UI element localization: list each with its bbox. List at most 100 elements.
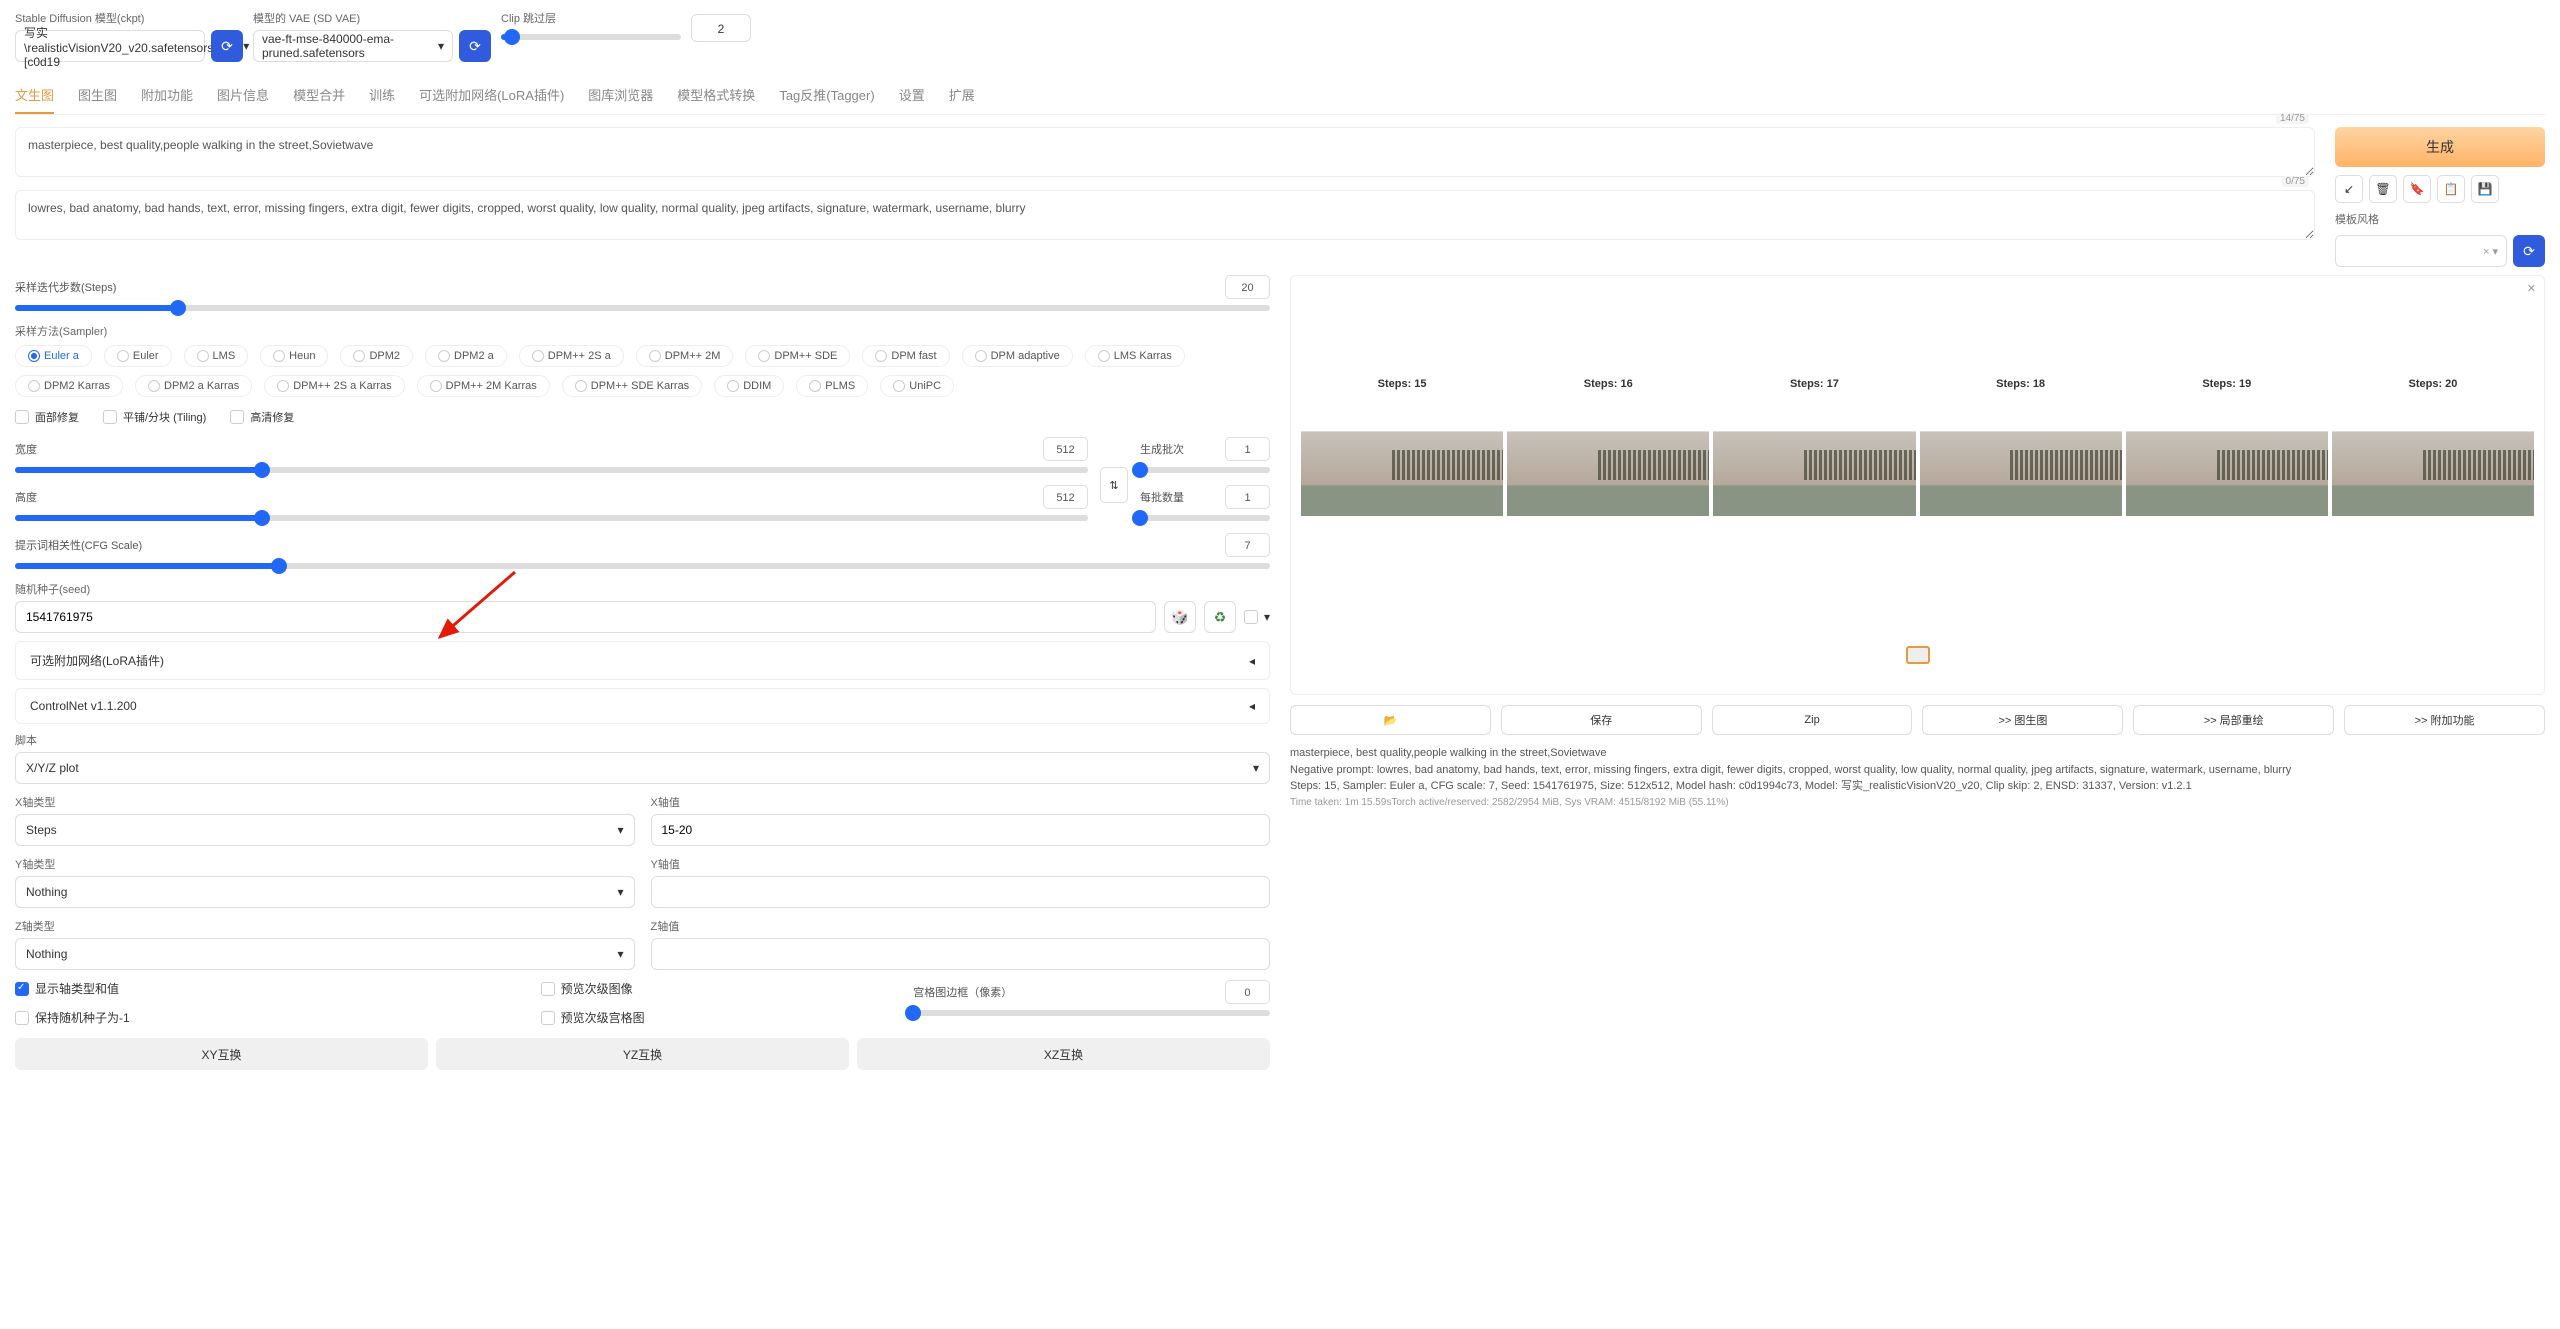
refresh-style-button[interactable]: ⟳ bbox=[2513, 235, 2545, 267]
tab-settings[interactable]: 设置 bbox=[899, 77, 925, 114]
sampler-dpmadaptive[interactable]: DPM adaptive bbox=[962, 345, 1073, 367]
ckpt-select[interactable]: 写实\realisticVisionV20_v20.safetensors [c… bbox=[15, 30, 205, 62]
x-val-input[interactable] bbox=[651, 814, 1271, 846]
sampler-euler[interactable]: Euler bbox=[104, 345, 172, 367]
batch-size-slider[interactable] bbox=[1140, 515, 1270, 521]
refresh-vae-button[interactable]: ⟳ bbox=[459, 30, 491, 62]
sampler-dpm2a[interactable]: DPM2 a bbox=[425, 345, 507, 367]
sampler-dpmpp2m[interactable]: DPM++ 2M bbox=[636, 345, 734, 367]
tab-txt2img[interactable]: 文生图 bbox=[15, 77, 54, 114]
output-image-2[interactable]: Steps: 17 bbox=[1713, 396, 1915, 516]
steps-value[interactable]: 20 bbox=[1225, 275, 1270, 299]
clip-skip-value[interactable]: 2 bbox=[691, 14, 751, 42]
output-image-0[interactable]: Steps: 15 bbox=[1301, 396, 1503, 516]
height-value[interactable]: 512 bbox=[1043, 485, 1088, 509]
cfg-value[interactable]: 7 bbox=[1225, 533, 1270, 557]
tab-merge[interactable]: 模型合并 bbox=[293, 77, 345, 114]
sampler-ddim[interactable]: DDIM bbox=[714, 375, 784, 397]
clipboard-icon-button[interactable]: 📋 bbox=[2437, 175, 2465, 203]
sampler-lmskarras[interactable]: LMS Karras bbox=[1085, 345, 1185, 367]
output-image-5[interactable]: Steps: 20 bbox=[2332, 396, 2534, 516]
folder-button[interactable]: 📂 bbox=[1290, 705, 1491, 735]
save-button[interactable]: 保存 bbox=[1501, 705, 1702, 735]
sampler-dpmfast[interactable]: DPM fast bbox=[862, 345, 949, 367]
controlnet-accordion[interactable]: ControlNet v1.1.200◂ bbox=[15, 688, 1270, 724]
swap-xz-button[interactable]: XZ互换 bbox=[857, 1038, 1270, 1070]
z-type-select[interactable]: Nothing▾ bbox=[15, 938, 635, 970]
sampler-dpm2[interactable]: DPM2 bbox=[340, 345, 413, 367]
prompt-positive[interactable] bbox=[15, 127, 2315, 177]
arrow-icon-button[interactable]: ↙ bbox=[2335, 175, 2363, 203]
output-thumb-selected[interactable] bbox=[1906, 646, 1930, 664]
swap-yz-button[interactable]: YZ互换 bbox=[436, 1038, 849, 1070]
script-select[interactable]: X/Y/Z plot▾ bbox=[15, 752, 1270, 784]
steps-slider[interactable] bbox=[15, 305, 1270, 311]
sampler-dpmppsde[interactable]: DPM++ SDE bbox=[745, 345, 850, 367]
seed-extra-check[interactable]: ▾ bbox=[1244, 610, 1270, 624]
save-icon-button[interactable]: 💾 bbox=[2471, 175, 2499, 203]
zip-button[interactable]: Zip bbox=[1712, 705, 1913, 735]
output-image-1[interactable]: Steps: 16 bbox=[1507, 396, 1709, 516]
sampler-dpmpp2sa[interactable]: DPM++ 2S a bbox=[519, 345, 624, 367]
height-slider[interactable] bbox=[15, 515, 1088, 521]
margin-value[interactable]: 0 bbox=[1225, 980, 1270, 1004]
clip-skip-slider[interactable] bbox=[501, 34, 681, 40]
sampler-plms[interactable]: PLMS bbox=[796, 375, 868, 397]
send-extras-button[interactable]: >> 附加功能 bbox=[2344, 705, 2545, 735]
x-type-select[interactable]: Steps▾ bbox=[15, 814, 635, 846]
width-slider[interactable] bbox=[15, 467, 1088, 473]
seed-random-button[interactable]: 🎲 bbox=[1164, 601, 1196, 633]
sampler-dpm2karras[interactable]: DPM2 Karras bbox=[15, 375, 123, 397]
keep-seed-check[interactable]: 保持随机种子为-1 bbox=[15, 1009, 525, 1026]
sampler-unipc[interactable]: UniPC bbox=[880, 375, 954, 397]
style-select[interactable]: × ▾ bbox=[2335, 235, 2507, 267]
hires-check[interactable]: 高清修复 bbox=[230, 409, 294, 425]
tab-img2img[interactable]: 图生图 bbox=[78, 77, 117, 114]
tab-convert[interactable]: 模型格式转换 bbox=[677, 77, 755, 114]
margin-slider[interactable] bbox=[913, 1010, 1270, 1016]
tab-train[interactable]: 训练 bbox=[369, 77, 395, 114]
sampler-dpmppsdekarras[interactable]: DPM++ SDE Karras bbox=[562, 375, 702, 397]
sampler-euler-a[interactable]: Euler a bbox=[15, 345, 92, 367]
sampler-lms[interactable]: LMS bbox=[184, 345, 249, 367]
tab-extensions[interactable]: 扩展 bbox=[949, 77, 975, 114]
swap-xy-button[interactable]: XY互换 bbox=[15, 1038, 428, 1070]
batch-count-value[interactable]: 1 bbox=[1225, 437, 1270, 461]
y-type-select[interactable]: Nothing▾ bbox=[15, 876, 635, 908]
vae-select[interactable]: vae-ft-mse-840000-ema-pruned.safetensors… bbox=[253, 30, 453, 62]
face-restore-check[interactable]: 面部修复 bbox=[15, 409, 79, 425]
send-inpaint-button[interactable]: >> 局部重绘 bbox=[2133, 705, 2334, 735]
z-val-input[interactable] bbox=[651, 938, 1271, 970]
batch-count-slider[interactable] bbox=[1140, 467, 1270, 473]
tiling-check[interactable]: 平铺/分块 (Tiling) bbox=[103, 409, 206, 425]
seed-reuse-button[interactable]: ♻ bbox=[1204, 601, 1236, 633]
generate-button[interactable]: 生成 bbox=[2335, 127, 2545, 167]
sampler-dpmpp2sakarras[interactable]: DPM++ 2S a Karras bbox=[264, 375, 404, 397]
tab-pnginfo[interactable]: 图片信息 bbox=[217, 77, 269, 114]
width-value[interactable]: 512 bbox=[1043, 437, 1088, 461]
sampler-heun[interactable]: Heun bbox=[260, 345, 328, 367]
tab-browser[interactable]: 图库浏览器 bbox=[588, 77, 653, 114]
batch-size-value[interactable]: 1 bbox=[1225, 485, 1270, 509]
output-image-4[interactable]: Steps: 19 bbox=[2126, 396, 2328, 516]
sub-img-check[interactable]: 预览次级图像 bbox=[541, 980, 898, 997]
cfg-slider[interactable] bbox=[15, 563, 1270, 569]
send-img2img-button[interactable]: >> 图生图 bbox=[1922, 705, 2123, 735]
tab-extras[interactable]: 附加功能 bbox=[141, 77, 193, 114]
tab-lora[interactable]: 可选附加网络(LoRA插件) bbox=[419, 77, 564, 114]
swap-dims-button[interactable]: ⇅ bbox=[1100, 467, 1128, 503]
sub-grid-check[interactable]: 预览次级宫格图 bbox=[541, 1009, 898, 1026]
close-icon[interactable]: ✕ bbox=[2527, 282, 2536, 295]
lora-accordion[interactable]: 可选附加网络(LoRA插件)◂ bbox=[15, 641, 1270, 680]
trash-icon-button[interactable]: 🗑 bbox=[2369, 175, 2397, 203]
seed-input[interactable] bbox=[15, 601, 1156, 633]
output-image-3[interactable]: Steps: 18 bbox=[1920, 396, 2122, 516]
sampler-dpmpp2mkarras[interactable]: DPM++ 2M Karras bbox=[417, 375, 550, 397]
prompt-negative[interactable] bbox=[15, 190, 2315, 240]
refresh-ckpt-button[interactable]: ⟳ bbox=[211, 30, 243, 62]
tab-tagger[interactable]: Tag反推(Tagger) bbox=[779, 77, 874, 114]
bookmark-icon-button[interactable]: 🔖 bbox=[2403, 175, 2431, 203]
show-legend-check[interactable]: 显示轴类型和值 bbox=[15, 980, 525, 997]
y-val-input[interactable] bbox=[651, 876, 1271, 908]
sampler-dpm2akarras[interactable]: DPM2 a Karras bbox=[135, 375, 252, 397]
